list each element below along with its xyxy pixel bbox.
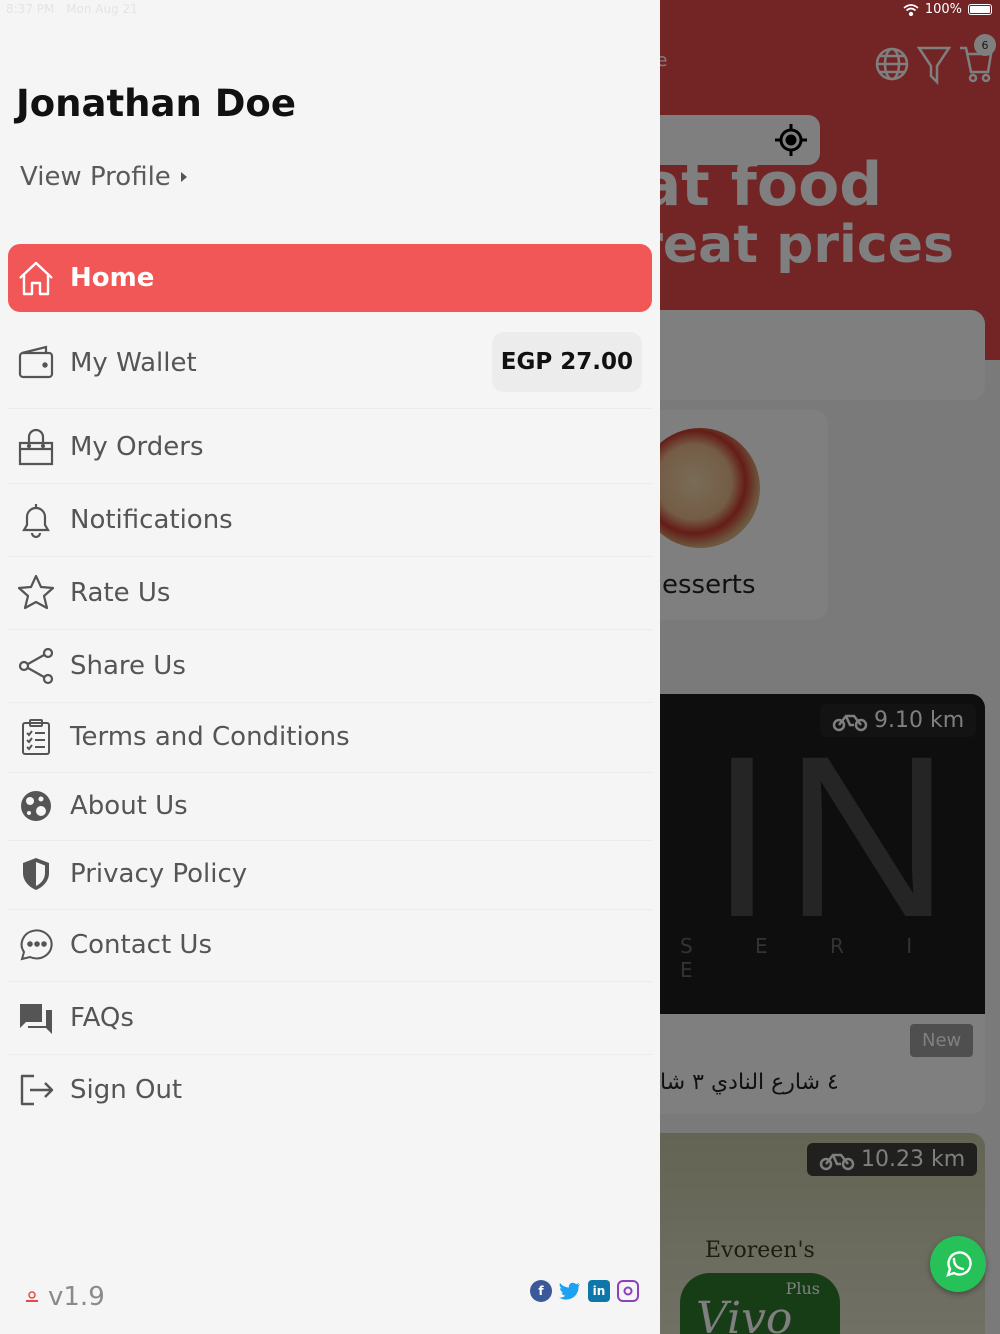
menu-item-terms[interactable]: Terms and Conditions	[8, 712, 652, 762]
menu-item-wallet[interactable]: My Wallet EGP 27.00	[8, 332, 652, 394]
divider	[8, 408, 652, 409]
whatsapp-button[interactable]	[930, 1236, 986, 1292]
divider	[8, 483, 652, 484]
side-drawer: Jonathan Doe View Profile Home My Wallet…	[0, 0, 660, 1334]
home-icon	[16, 258, 56, 298]
divider	[8, 629, 652, 630]
menu-label-share-us: Share Us	[70, 651, 186, 681]
menu-label-about-us: About Us	[70, 791, 188, 821]
version-text: v1.9	[48, 1282, 105, 1312]
forum-icon	[16, 998, 56, 1038]
divider	[8, 556, 652, 557]
menu-item-privacy[interactable]: Privacy Policy	[8, 849, 652, 899]
status-time-text: 8:37 PM	[6, 2, 55, 16]
menu-label-home: Home	[70, 263, 155, 293]
menu-item-about-us[interactable]: About Us	[8, 781, 652, 831]
divider	[8, 772, 652, 773]
divider	[8, 840, 652, 841]
whatsapp-icon	[946, 1251, 972, 1277]
twitter-icon[interactable]	[559, 1280, 581, 1302]
menu-label-rate-us: Rate Us	[70, 578, 171, 608]
share-icon	[16, 646, 56, 686]
chat-bubble-icon	[16, 925, 56, 965]
divider	[8, 909, 652, 910]
bell-icon	[16, 500, 56, 540]
wifi-icon	[903, 3, 919, 16]
menu-label-notifications: Notifications	[70, 505, 233, 535]
menu-label-sign-out: Sign Out	[70, 1075, 183, 1105]
menu-label-terms: Terms and Conditions	[70, 722, 350, 752]
clipboard-checklist-icon	[16, 717, 56, 757]
menu-label-orders: My Orders	[70, 432, 204, 462]
logout-icon	[16, 1070, 56, 1110]
menu-item-faqs[interactable]: FAQs	[8, 993, 652, 1043]
menu-item-sign-out[interactable]: Sign Out	[8, 1065, 652, 1115]
battery-icon	[968, 4, 992, 15]
shopping-bag-icon	[16, 427, 56, 467]
facebook-icon[interactable]: f	[530, 1280, 552, 1302]
status-date-text: Mon Aug 21	[66, 2, 138, 16]
instagram-icon[interactable]	[617, 1280, 639, 1302]
view-profile-link[interactable]: View Profile	[20, 162, 187, 192]
menu-item-contact-us[interactable]: Contact Us	[8, 920, 652, 970]
social-links: f in	[530, 1280, 639, 1302]
menu-label-faqs: FAQs	[70, 1003, 134, 1033]
menu-item-share-us[interactable]: Share Us	[8, 641, 652, 691]
star-icon	[16, 573, 56, 613]
app-logo-icon	[26, 1291, 38, 1302]
status-time: 8:37 PM Mon Aug 21	[6, 2, 138, 16]
menu-item-rate-us[interactable]: Rate Us	[8, 568, 652, 618]
shield-icon	[16, 854, 56, 894]
menu-label-privacy: Privacy Policy	[70, 859, 248, 889]
wallet-icon	[16, 343, 56, 383]
caret-right-icon	[180, 172, 187, 182]
menu-item-home[interactable]: Home	[8, 244, 652, 312]
wallet-balance: EGP 27.00	[491, 332, 642, 392]
status-indicators: 100%	[903, 2, 992, 17]
linkedin-icon[interactable]: in	[588, 1280, 610, 1302]
divider	[8, 981, 652, 982]
menu-label-contact-us: Contact Us	[70, 930, 212, 960]
view-profile-label: View Profile	[20, 162, 171, 192]
menu-item-notifications[interactable]: Notifications	[8, 495, 652, 545]
divider	[8, 1054, 652, 1055]
battery-percent: 100%	[924, 2, 962, 17]
divider	[8, 702, 652, 703]
app-version: v1.9	[24, 1282, 105, 1312]
user-name: Jonathan Doe	[16, 82, 296, 125]
about-globe-icon	[16, 786, 56, 826]
menu-label-wallet: My Wallet	[70, 348, 197, 378]
menu-item-orders[interactable]: My Orders	[8, 422, 652, 472]
